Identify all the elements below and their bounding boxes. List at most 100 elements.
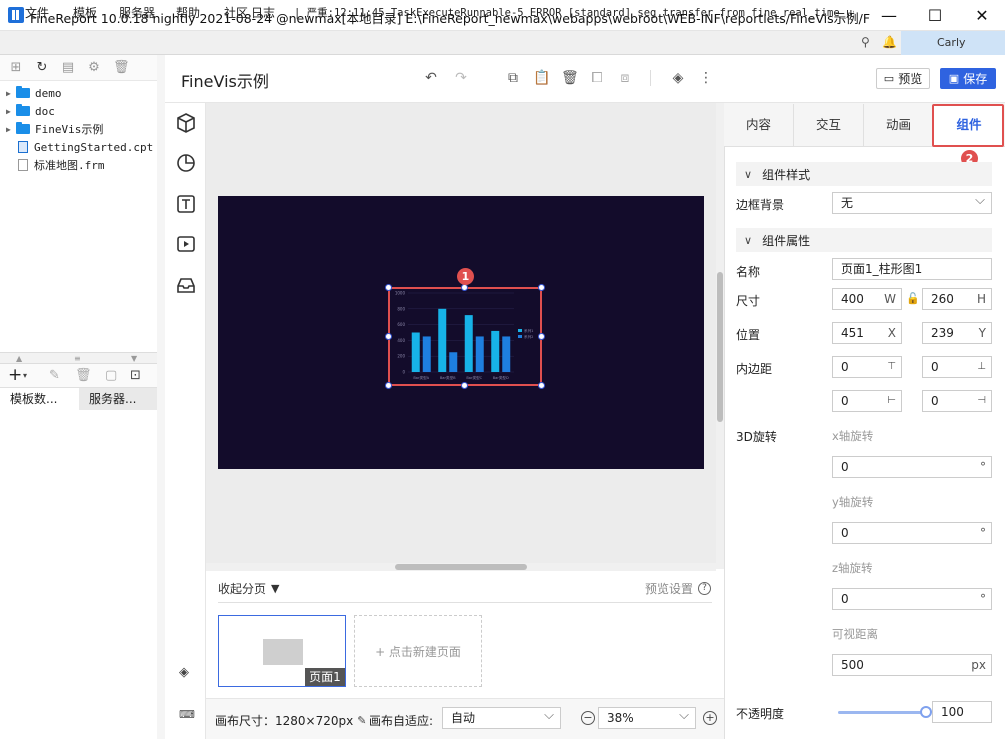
- menu-log[interactable]: 日志: [251, 4, 275, 21]
- redo-icon[interactable]: ↷: [453, 70, 469, 86]
- resize-handle-e[interactable]: [538, 333, 545, 340]
- splitter-up-icon[interactable]: ▲: [16, 354, 22, 363]
- delete-icon[interactable]: 🗑: [561, 70, 579, 86]
- z-rotate-input[interactable]: 0 °: [832, 588, 992, 610]
- lock-ratio-icon[interactable]: 🔓: [906, 292, 920, 305]
- name-input[interactable]: 页面1_柱形图1: [832, 258, 992, 280]
- refresh-icon[interactable]: ↻: [35, 61, 49, 75]
- tree-item-doc[interactable]: ▶ doc: [6, 102, 55, 120]
- resize-handle-ne[interactable]: [538, 284, 545, 291]
- canvas-size-label[interactable]: 画布尺寸：1280×720px ✎: [215, 712, 366, 729]
- copy-icon[interactable]: ⧉: [505, 70, 521, 86]
- canvas-vertical-scroll-thumb[interactable]: [717, 272, 723, 422]
- tab-content[interactable]: 内容: [724, 104, 794, 146]
- caret-right-icon[interactable]: ▶: [6, 89, 16, 98]
- tree-item-standard-map[interactable]: 标准地图.frm: [18, 156, 105, 174]
- media-icon[interactable]: [175, 233, 197, 255]
- opacity-input[interactable]: 100: [932, 701, 992, 723]
- search-icon[interactable]: ⚲: [861, 35, 875, 49]
- tab-interaction[interactable]: 交互: [794, 104, 864, 146]
- delete-icon[interactable]: 🗑: [113, 61, 130, 75]
- more-icon[interactable]: ⋮: [698, 70, 714, 86]
- tab-server-dataset[interactable]: 服务器...: [79, 388, 160, 410]
- tab-animation[interactable]: 动画: [864, 104, 934, 146]
- opacity-slider-track[interactable]: [838, 711, 926, 714]
- resize-handle-se[interactable]: [538, 382, 545, 389]
- preview-settings-link[interactable]: 预览设置 ?: [645, 580, 712, 597]
- height-input[interactable]: 260 H: [922, 288, 992, 310]
- padding-bottom-input[interactable]: 0 ⊥: [922, 356, 992, 378]
- bell-icon[interactable]: 🔔: [882, 35, 897, 49]
- splitter-down-icon[interactable]: ▼: [131, 354, 137, 363]
- selection-box[interactable]: [388, 287, 542, 386]
- keyboard-icon[interactable]: ⌨: [179, 708, 195, 721]
- x-rotate-input[interactable]: 0 °: [832, 456, 992, 478]
- minimize-button[interactable]: —: [866, 0, 912, 31]
- menu-template[interactable]: 模板: [73, 4, 97, 21]
- tree-item-finevis[interactable]: ▶ FineVis示例: [6, 120, 103, 138]
- text-icon[interactable]: [175, 193, 197, 215]
- left-scrollbar[interactable]: [157, 55, 165, 739]
- menu-file[interactable]: 文件: [25, 4, 49, 21]
- layers-icon[interactable]: ◈: [670, 70, 686, 86]
- resize-handle-n[interactable]: [461, 284, 468, 291]
- close-button[interactable]: ✕: [959, 0, 1005, 31]
- help-icon[interactable]: ?: [698, 582, 712, 595]
- resize-handle-nw[interactable]: [385, 284, 392, 291]
- zoom-in-icon[interactable]: +: [703, 711, 717, 725]
- pos-y-input[interactable]: 239 Y: [922, 322, 992, 344]
- padding-top-input[interactable]: 0 ⊤: [832, 356, 902, 378]
- chevron-down-icon[interactable]: ▾: [23, 371, 27, 380]
- menu-server[interactable]: 服务器: [119, 4, 155, 21]
- undo-icon[interactable]: ↶: [423, 70, 439, 86]
- log-message[interactable]: | 严重:12:11:45 TaskExecuteRunnable-5 ERRO…: [294, 5, 854, 20]
- pos-x-input[interactable]: 451 X: [832, 322, 902, 344]
- layers-icon[interactable]: ◈: [179, 665, 189, 680]
- group-icon[interactable]: ⧠: [589, 70, 605, 86]
- paste-icon[interactable]: 📋: [533, 70, 550, 86]
- section-component-props[interactable]: ∨ 组件属性: [736, 228, 992, 252]
- settings-icon[interactable]: ⚙: [87, 61, 101, 75]
- padding-left-input[interactable]: 0 ⊢: [832, 390, 902, 412]
- padding-right-input[interactable]: 0 ⊣: [922, 390, 992, 412]
- edit-icon[interactable]: ✎: [49, 368, 60, 383]
- edit-icon[interactable]: ✎: [357, 714, 366, 727]
- preview-button[interactable]: ▭ 预览: [876, 68, 930, 89]
- canvas-horizontal-scroll-thumb[interactable]: [395, 564, 527, 570]
- resize-handle-w[interactable]: [385, 333, 392, 340]
- zoom-out-icon[interactable]: −: [581, 711, 595, 725]
- ungroup-icon[interactable]: ⧈: [617, 70, 633, 86]
- menu-help[interactable]: 帮助: [176, 4, 200, 21]
- pie-chart-icon[interactable]: [175, 152, 197, 174]
- delete-icon[interactable]: 🗑: [75, 368, 92, 383]
- new-page-button[interactable]: + 点击新建页面: [354, 615, 482, 687]
- datasource-settings-icon[interactable]: ⊡: [130, 368, 141, 383]
- splitter-grip-icon[interactable]: ≡: [74, 354, 81, 363]
- menu-community[interactable]: 社区: [224, 4, 248, 21]
- resize-handle-sw[interactable]: [385, 382, 392, 389]
- resize-handle-s[interactable]: [461, 382, 468, 389]
- opacity-slider-knob[interactable]: [920, 706, 932, 718]
- tab-template-dataset[interactable]: 模板数...: [0, 388, 79, 410]
- open-icon[interactable]: ▤: [61, 61, 75, 75]
- caret-right-icon[interactable]: ▶: [6, 107, 16, 116]
- inbox-icon[interactable]: [175, 274, 197, 296]
- y-rotate-input[interactable]: 0 °: [832, 522, 992, 544]
- tree-item-demo[interactable]: ▶ demo: [6, 84, 62, 102]
- border-bg-select[interactable]: 无: [832, 191, 992, 214]
- zoom-select[interactable]: 38%: [598, 706, 696, 729]
- view-distance-input[interactable]: 500 px: [832, 654, 992, 676]
- cube-icon[interactable]: [175, 112, 197, 134]
- caret-right-icon[interactable]: ▶: [6, 125, 16, 134]
- tree-item-gettingstarted[interactable]: GettingStarted.cpt: [18, 138, 153, 156]
- preview-data-icon[interactable]: ▢: [105, 368, 117, 383]
- section-component-style[interactable]: ∨ 组件样式: [736, 162, 992, 186]
- auto-fit-select[interactable]: 自动: [442, 706, 561, 729]
- add-datasource-icon[interactable]: +: [8, 365, 22, 385]
- user-name[interactable]: Carly: [937, 36, 966, 49]
- maximize-button[interactable]: ☐: [912, 0, 958, 31]
- collapse-pages-toggle[interactable]: 收起分页 ▼: [218, 580, 279, 597]
- new-file-icon[interactable]: ⊞: [9, 61, 23, 75]
- save-button[interactable]: ▣ 保存: [940, 68, 996, 89]
- width-input[interactable]: 400 W: [832, 288, 902, 310]
